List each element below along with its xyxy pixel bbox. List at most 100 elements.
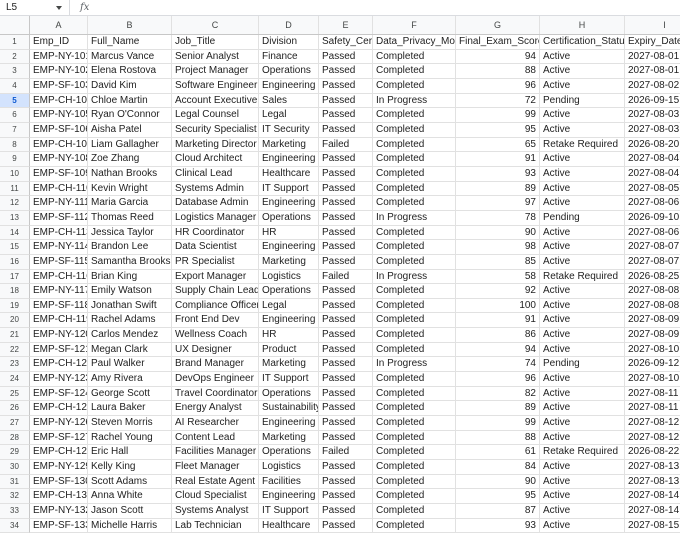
table-cell[interactable]: Aisha Patel <box>88 122 172 138</box>
table-cell[interactable]: 2027-08-01 <box>625 50 680 65</box>
table-cell[interactable]: Failed <box>319 445 373 461</box>
column-title-cell[interactable]: Full_Name <box>88 35 172 50</box>
table-cell[interactable]: 93 <box>456 518 540 533</box>
table-cell[interactable]: 90 <box>456 474 540 490</box>
table-cell[interactable]: AI Researcher <box>172 416 259 431</box>
table-cell[interactable]: 2026-08-20 <box>625 138 680 153</box>
table-cell[interactable]: Passed <box>319 240 373 255</box>
table-cell[interactable]: PR Specialist <box>172 254 259 270</box>
table-cell[interactable]: Chloe Martin <box>88 93 172 109</box>
table-cell[interactable]: 88 <box>456 430 540 446</box>
table-cell[interactable]: David Kim <box>88 78 172 94</box>
table-cell[interactable]: Active <box>540 474 625 490</box>
table-cell[interactable]: EMP-CH-128 <box>30 445 88 461</box>
table-cell[interactable]: Passed <box>319 357 373 373</box>
table-cell[interactable]: Completed <box>373 122 456 138</box>
table-cell[interactable]: Data Scientist <box>172 240 259 255</box>
table-cell[interactable]: Brandon Lee <box>88 240 172 255</box>
table-cell[interactable]: Healthcare <box>259 166 319 182</box>
table-cell[interactable]: EMP-NY-120 <box>30 328 88 343</box>
table-cell[interactable]: Active <box>540 240 625 255</box>
row-number[interactable]: 23 <box>0 357 30 373</box>
table-cell[interactable]: Emily Watson <box>88 284 172 299</box>
table-cell[interactable]: IT Support <box>259 504 319 519</box>
table-cell[interactable]: EMP-NY-114 <box>30 240 88 255</box>
table-cell[interactable]: Engineering <box>259 489 319 504</box>
table-cell[interactable]: Active <box>540 284 625 299</box>
table-cell[interactable]: IT Support <box>259 372 319 387</box>
table-cell[interactable]: 91 <box>456 313 540 329</box>
table-cell[interactable]: EMP-SF-109 <box>30 166 88 182</box>
table-cell[interactable]: Healthcare <box>259 518 319 533</box>
table-cell[interactable]: Sales <box>259 93 319 109</box>
column-title-cell[interactable]: Expiry_Date <box>625 35 680 50</box>
table-cell[interactable]: 94 <box>456 49 540 65</box>
table-cell[interactable]: Supply Chain Lead <box>172 284 259 299</box>
table-cell[interactable]: Logistics <box>259 269 319 285</box>
row-number[interactable]: 12 <box>0 196 30 211</box>
row-number[interactable]: 16 <box>0 254 30 270</box>
table-cell[interactable]: Facilities Manager <box>172 445 259 461</box>
table-cell[interactable]: EMP-NY-111 <box>30 196 88 211</box>
table-cell[interactable]: Active <box>540 504 625 519</box>
table-cell[interactable]: EMP-SF-103 <box>30 78 88 94</box>
column-title-cell[interactable]: Job_Title <box>172 35 259 50</box>
row-number[interactable]: 17 <box>0 269 30 285</box>
table-cell[interactable]: Passed <box>319 401 373 417</box>
table-cell[interactable]: 2027-08-10 <box>625 343 680 358</box>
table-cell[interactable]: 2027-08-07 <box>625 240 680 255</box>
table-cell[interactable]: 90 <box>456 225 540 241</box>
table-cell[interactable]: IT Support <box>259 181 319 197</box>
table-cell[interactable]: Legal Counsel <box>172 108 259 123</box>
table-cell[interactable]: Passed <box>319 386 373 402</box>
table-cell[interactable]: EMP-NY-102 <box>30 64 88 79</box>
column-title-cell[interactable]: Certification_Status <box>540 35 625 50</box>
table-cell[interactable]: Completed <box>373 328 456 343</box>
table-cell[interactable]: EMP-SF-112 <box>30 210 88 226</box>
table-cell[interactable]: Passed <box>319 298 373 314</box>
column-header-e[interactable]: E <box>319 16 373 34</box>
column-header-h[interactable]: H <box>540 16 625 34</box>
table-cell[interactable]: Passed <box>319 225 373 241</box>
table-cell[interactable]: 2027-08-11 <box>625 401 680 417</box>
table-cell[interactable]: Passed <box>319 122 373 138</box>
table-cell[interactable]: Zoe Zhang <box>88 152 172 167</box>
table-cell[interactable]: Passed <box>319 474 373 490</box>
row-number[interactable]: 29 <box>0 445 30 461</box>
table-cell[interactable]: Completed <box>373 78 456 94</box>
table-cell[interactable]: 99 <box>456 416 540 431</box>
table-cell[interactable]: Active <box>540 254 625 270</box>
table-cell[interactable]: EMP-CH-131 <box>30 489 88 504</box>
table-cell[interactable]: Brian King <box>88 269 172 285</box>
table-cell[interactable]: 2027-08-09 <box>625 328 680 343</box>
table-cell[interactable]: Active <box>540 430 625 446</box>
table-cell[interactable]: 2027-08-03 <box>625 108 680 123</box>
table-cell[interactable]: Completed <box>373 445 456 461</box>
table-cell[interactable]: 89 <box>456 181 540 197</box>
table-cell[interactable]: 2027-08-09 <box>625 313 680 329</box>
table-cell[interactable]: Real Estate Agent <box>172 474 259 490</box>
table-cell[interactable]: Pending <box>540 93 625 109</box>
table-cell[interactable]: Active <box>540 489 625 504</box>
table-cell[interactable]: Maria Garcia <box>88 196 172 211</box>
table-cell[interactable]: Facilities <box>259 474 319 490</box>
table-cell[interactable]: Operations <box>259 386 319 402</box>
table-cell[interactable]: Engineering <box>259 313 319 329</box>
table-cell[interactable]: 96 <box>456 372 540 387</box>
column-header-f[interactable]: F <box>373 16 456 34</box>
table-cell[interactable]: Brand Manager <box>172 357 259 373</box>
table-cell[interactable]: Jason Scott <box>88 504 172 519</box>
table-cell[interactable]: 94 <box>456 342 540 358</box>
table-cell[interactable]: Completed <box>373 386 456 402</box>
row-number[interactable]: 13 <box>0 210 30 226</box>
table-cell[interactable]: 99 <box>456 108 540 123</box>
table-cell[interactable]: EMP-NY-117 <box>30 284 88 299</box>
column-header-c[interactable]: C <box>172 16 259 34</box>
table-cell[interactable]: Retake Required <box>540 445 625 461</box>
table-cell[interactable]: Anna White <box>88 489 172 504</box>
table-cell[interactable]: 95 <box>456 122 540 138</box>
table-cell[interactable]: 2026-09-15 <box>625 94 680 109</box>
table-cell[interactable]: 2026-09-10 <box>625 211 680 226</box>
table-cell[interactable]: Front End Dev <box>172 313 259 329</box>
row-number[interactable]: 1 <box>0 35 30 50</box>
